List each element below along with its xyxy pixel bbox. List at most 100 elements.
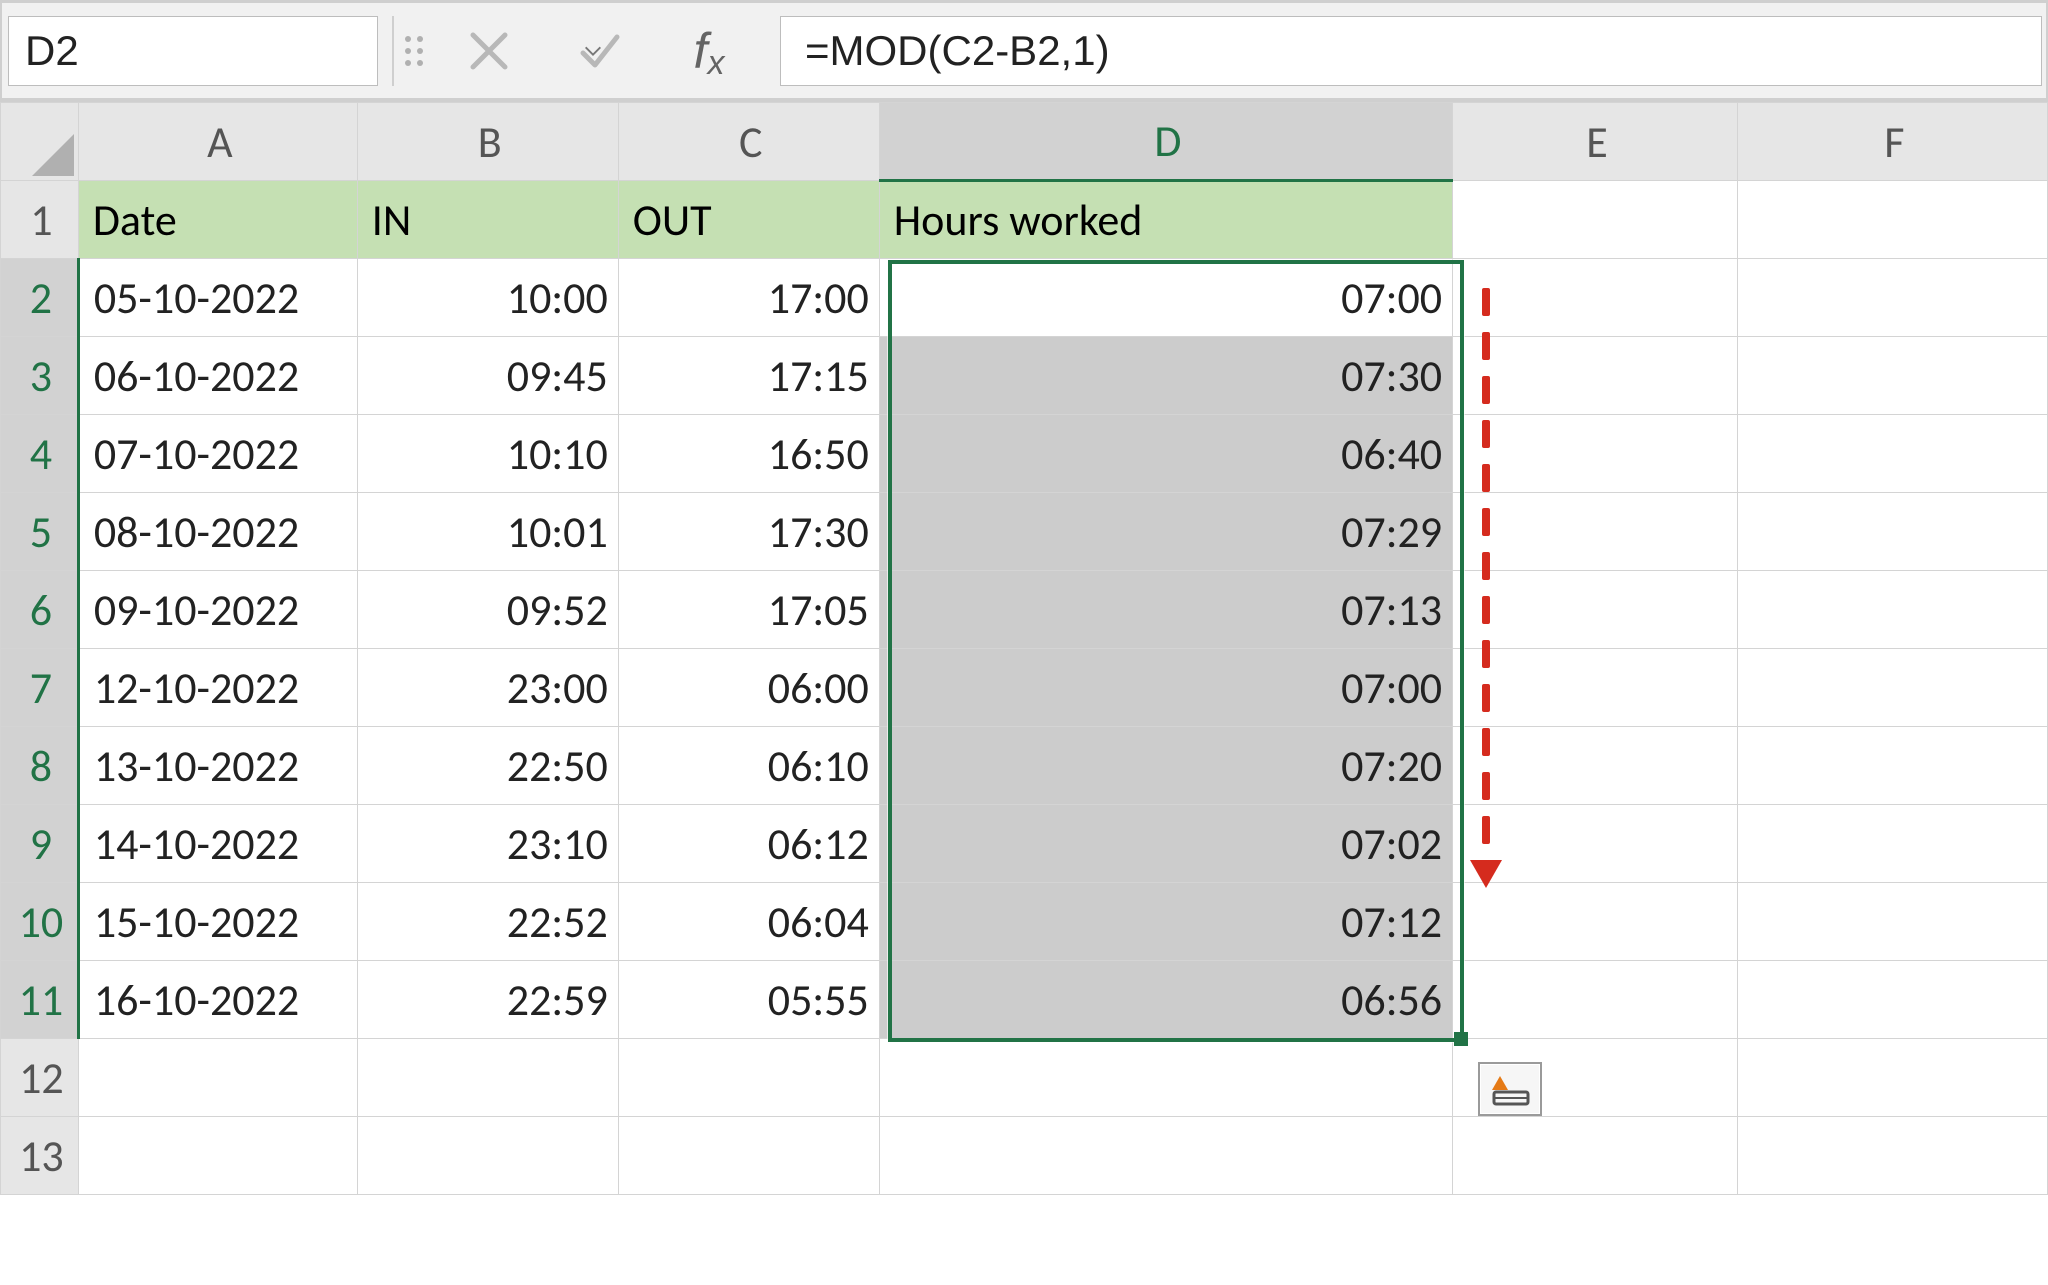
- cell-D3[interactable]: 07:30: [879, 337, 1452, 415]
- cancel-button[interactable]: [434, 19, 544, 83]
- cell-A5[interactable]: 08-10-2022: [78, 493, 357, 571]
- cell-B1[interactable]: IN: [357, 181, 618, 259]
- cell-F12[interactable]: [1737, 1039, 2047, 1117]
- cell-C13[interactable]: [618, 1117, 879, 1195]
- cell-A1[interactable]: Date: [78, 181, 357, 259]
- select-all-corner[interactable]: [1, 103, 79, 181]
- cell-D11[interactable]: 06:56: [879, 961, 1452, 1039]
- cell-C12[interactable]: [618, 1039, 879, 1117]
- row-header[interactable]: 12: [1, 1039, 79, 1117]
- cell-F9[interactable]: [1737, 805, 2047, 883]
- cell-A8[interactable]: 13-10-2022: [78, 727, 357, 805]
- cell-E11[interactable]: [1453, 961, 1738, 1039]
- cell-A12[interactable]: [78, 1039, 357, 1117]
- row-header[interactable]: 2: [1, 259, 79, 337]
- cell-F7[interactable]: [1737, 649, 2047, 727]
- cell-E4[interactable]: [1453, 415, 1738, 493]
- row-header[interactable]: 11: [1, 961, 79, 1039]
- cell-F6[interactable]: [1737, 571, 2047, 649]
- formula-box[interactable]: [780, 16, 2042, 86]
- cell-F4[interactable]: [1737, 415, 2047, 493]
- cell-D13[interactable]: [879, 1117, 1452, 1195]
- cell-B10[interactable]: 22:52: [357, 883, 618, 961]
- cell-C6[interactable]: 17:05: [618, 571, 879, 649]
- cell-C9[interactable]: 06:12: [618, 805, 879, 883]
- cell-F2[interactable]: [1737, 259, 2047, 337]
- cell-C11[interactable]: 05:55: [618, 961, 879, 1039]
- cell-D2[interactable]: 07:00: [879, 259, 1452, 337]
- cell-B6[interactable]: 09:52: [357, 571, 618, 649]
- col-header-D[interactable]: D: [879, 103, 1452, 181]
- cell-B12[interactable]: [357, 1039, 618, 1117]
- cell-E8[interactable]: [1453, 727, 1738, 805]
- cell-A10[interactable]: 15-10-2022: [78, 883, 357, 961]
- col-header-F[interactable]: F: [1737, 103, 2047, 181]
- cell-A13[interactable]: [78, 1117, 357, 1195]
- cell-F13[interactable]: [1737, 1117, 2047, 1195]
- insert-function-button[interactable]: fx: [654, 19, 764, 83]
- cell-B4[interactable]: 10:10: [357, 415, 618, 493]
- cell-E9[interactable]: [1453, 805, 1738, 883]
- row-header[interactable]: 6: [1, 571, 79, 649]
- formula-bar-grip[interactable]: [394, 36, 434, 66]
- cell-F8[interactable]: [1737, 727, 2047, 805]
- cell-D12[interactable]: [879, 1039, 1452, 1117]
- cell-C10[interactable]: 06:04: [618, 883, 879, 961]
- enter-button[interactable]: [544, 19, 654, 83]
- cell-B5[interactable]: 10:01: [357, 493, 618, 571]
- cell-D7[interactable]: 07:00: [879, 649, 1452, 727]
- cell-F5[interactable]: [1737, 493, 2047, 571]
- cell-B3[interactable]: 09:45: [357, 337, 618, 415]
- name-box[interactable]: [8, 16, 378, 86]
- cell-C4[interactable]: 16:50: [618, 415, 879, 493]
- cell-D1[interactable]: Hours worked: [879, 181, 1452, 259]
- col-header-C[interactable]: C: [618, 103, 879, 181]
- cell-B9[interactable]: 23:10: [357, 805, 618, 883]
- autofill-options-button[interactable]: [1478, 1062, 1542, 1116]
- formula-input[interactable]: [803, 26, 2019, 76]
- cell-A11[interactable]: 16-10-2022: [78, 961, 357, 1039]
- cell-E6[interactable]: [1453, 571, 1738, 649]
- row-header[interactable]: 1: [1, 181, 79, 259]
- cell-A9[interactable]: 14-10-2022: [78, 805, 357, 883]
- row-header[interactable]: 4: [1, 415, 79, 493]
- row-header[interactable]: 10: [1, 883, 79, 961]
- cell-A6[interactable]: 09-10-2022: [78, 571, 357, 649]
- cell-B7[interactable]: 23:00: [357, 649, 618, 727]
- cell-E10[interactable]: [1453, 883, 1738, 961]
- row-header[interactable]: 9: [1, 805, 79, 883]
- cell-A7[interactable]: 12-10-2022: [78, 649, 357, 727]
- cell-D4[interactable]: 06:40: [879, 415, 1452, 493]
- col-header-B[interactable]: B: [357, 103, 618, 181]
- cell-B8[interactable]: 22:50: [357, 727, 618, 805]
- cell-F11[interactable]: [1737, 961, 2047, 1039]
- cell-F1[interactable]: [1737, 181, 2047, 259]
- cell-A3[interactable]: 06-10-2022: [78, 337, 357, 415]
- cell-E3[interactable]: [1453, 337, 1738, 415]
- row-header[interactable]: 7: [1, 649, 79, 727]
- row-header[interactable]: 3: [1, 337, 79, 415]
- cell-D6[interactable]: 07:13: [879, 571, 1452, 649]
- cell-E13[interactable]: [1453, 1117, 1738, 1195]
- row-header[interactable]: 13: [1, 1117, 79, 1195]
- cell-D9[interactable]: 07:02: [879, 805, 1452, 883]
- cell-C8[interactable]: 06:10: [618, 727, 879, 805]
- cell-A2[interactable]: 05-10-2022: [78, 259, 357, 337]
- cell-D8[interactable]: 07:20: [879, 727, 1452, 805]
- row-header[interactable]: 8: [1, 727, 79, 805]
- cell-F3[interactable]: [1737, 337, 2047, 415]
- cell-C7[interactable]: 06:00: [618, 649, 879, 727]
- cell-C1[interactable]: OUT: [618, 181, 879, 259]
- cell-A4[interactable]: 07-10-2022: [78, 415, 357, 493]
- cell-B2[interactable]: 10:00: [357, 259, 618, 337]
- col-header-A[interactable]: A: [78, 103, 357, 181]
- cell-E1[interactable]: [1453, 181, 1738, 259]
- cell-C2[interactable]: 17:00: [618, 259, 879, 337]
- cell-E7[interactable]: [1453, 649, 1738, 727]
- cell-D10[interactable]: 07:12: [879, 883, 1452, 961]
- row-header[interactable]: 5: [1, 493, 79, 571]
- cell-B13[interactable]: [357, 1117, 618, 1195]
- cell-E2[interactable]: [1453, 259, 1738, 337]
- cell-E5[interactable]: [1453, 493, 1738, 571]
- cell-F10[interactable]: [1737, 883, 2047, 961]
